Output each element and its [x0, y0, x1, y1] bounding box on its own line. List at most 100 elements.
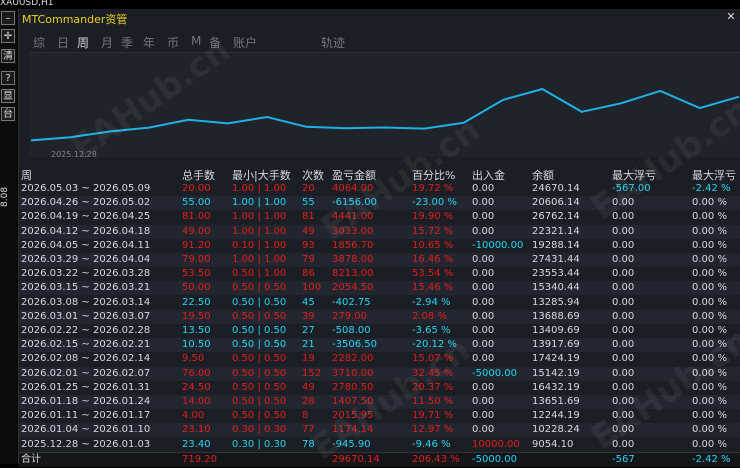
tab-10[interactable]: 轨迹	[321, 34, 345, 51]
table-row[interactable]: 2026.03.15 ~ 2026.03.21 50.00 0.50 | 0.50 1…	[19, 281, 740, 296]
table-cell: 93	[302, 239, 315, 251]
table-cell: 20.00	[182, 183, 211, 194]
table-cell: 0.00 %	[692, 296, 727, 308]
table-cell: 0.00	[612, 296, 635, 308]
table-cell: 0.00 %	[692, 396, 727, 407]
table-cell: 0.30 | 0.30	[232, 424, 287, 436]
table-cell: 13651.69	[532, 396, 580, 407]
tab-6[interactable]: 币	[167, 34, 179, 51]
table-cell: 13917.69	[532, 339, 580, 351]
column-header-0[interactable]: 周	[21, 167, 32, 182]
table-row[interactable]: 2026.04.12 ~ 2026.04.18 49.00 1.00 | 1.00 4…	[19, 224, 740, 239]
table-cell: 0.00	[612, 367, 635, 379]
table-cell: 2026.01.18 ~ 2026.01.24	[21, 396, 151, 407]
table-cell: 2026.04.19 ~ 2026.04.25	[21, 211, 151, 223]
tab-5[interactable]: 年	[143, 34, 155, 51]
table-cell: 16.46 %	[412, 254, 454, 265]
table-cell: 27	[302, 325, 315, 336]
table-cell: 0.00	[612, 325, 635, 336]
table-cell: 10.65 %	[412, 239, 454, 251]
tab-4[interactable]: 季	[121, 34, 133, 51]
table-cell: 0.00	[472, 296, 495, 308]
table-cell: 8213.00	[332, 268, 374, 280]
column-header-2[interactable]: 最小|大手数	[232, 167, 291, 182]
tab-1[interactable]: 日	[57, 34, 69, 51]
table-row[interactable]: 2026.03.29 ~ 2026.04.04 79.00 1.00 | 1.00 7…	[19, 253, 740, 267]
table-cell: 10.50	[182, 339, 211, 351]
table-row[interactable]: 2026.03.01 ~ 2026.03.07 19.50 0.50 | 0.50 3…	[19, 309, 740, 324]
table-cell: 19288.14	[532, 239, 580, 251]
table-cell: 2026.02.15 ~ 2026.02.21	[21, 339, 151, 351]
table-cell: 1.00 | 1.00	[232, 197, 287, 209]
clear-button[interactable]: 清	[1, 49, 15, 63]
tab-9[interactable]: 账户	[233, 34, 257, 51]
table-row[interactable]: 2026.03.22 ~ 2026.03.28 53.50 0.50 | 1.00 8…	[19, 267, 740, 281]
tab-0[interactable]: 综	[33, 34, 45, 51]
table-cell: -5000.00	[472, 367, 517, 379]
total-cell: -2.42 %	[692, 453, 731, 465]
column-header-6[interactable]: 出入金	[472, 167, 505, 182]
table-cell: 0.00	[472, 282, 495, 294]
table-cell: 2026.04.26 ~ 2026.05.02	[21, 197, 151, 209]
table-cell: 0.00	[612, 268, 635, 280]
table-cell: 79.00	[182, 254, 211, 265]
table-cell: 91.20	[182, 239, 211, 251]
table-cell: -10000.00	[472, 239, 524, 251]
table-cell: 0.50 | 0.50	[232, 353, 287, 365]
table-row[interactable]: 2026.03.08 ~ 2026.03.14 22.50 0.50 | 0.50 4…	[19, 296, 740, 310]
panel-title: MTCommander资管	[22, 13, 128, 26]
table-cell: 0.50 | 0.50	[232, 381, 287, 393]
minimize-button[interactable]: –	[1, 11, 15, 25]
move-icon[interactable]: ✛	[1, 29, 15, 43]
left-toolbar: – ✛ 清 ? 显 台 8.08	[0, 9, 17, 464]
column-header-7[interactable]: 余额	[532, 167, 554, 182]
table-cell: 0.00	[612, 282, 635, 294]
table-cell: 49	[302, 381, 315, 393]
table-cell: 2026.02.08 ~ 2026.02.14	[21, 353, 151, 365]
table-cell: -23.00 %	[412, 197, 457, 209]
table-cell: 20	[302, 183, 315, 194]
table-row[interactable]: 2026.04.05 ~ 2026.04.11 91.20 0.10 | 1.00 9…	[19, 239, 740, 253]
table-cell: 0.50 | 0.50	[232, 396, 287, 407]
table-cell: 0.00	[472, 225, 495, 237]
table-cell: 2.08 %	[412, 310, 447, 322]
table-cell: 2026.02.22 ~ 2026.02.28	[21, 325, 151, 336]
table-cell: 13409.69	[532, 325, 580, 336]
table-cell: 0.00	[472, 424, 495, 436]
table-cell: 2026.03.15 ~ 2026.03.21	[21, 282, 151, 294]
table-cell: 1.00 | 1.00	[232, 225, 287, 237]
table-cell: 0.00	[612, 254, 635, 265]
tab-2[interactable]: 周	[77, 34, 89, 51]
table-cell: 79	[302, 254, 315, 265]
column-header-3[interactable]: 次数	[302, 167, 324, 182]
table-row[interactable]: 2026.02.15 ~ 2026.02.21 10.50 0.50 | 0.50 2…	[19, 338, 740, 353]
column-header-9[interactable]: 最大浮亏	[692, 167, 736, 182]
table-cell: 0.00	[472, 310, 495, 322]
table-cell: 28	[302, 396, 315, 407]
tab-3[interactable]: 月	[101, 34, 113, 51]
table-cell: 13285.94	[532, 296, 580, 308]
total-cell: 206.43 %	[412, 453, 460, 465]
table-cell: 2025.12.28 ~ 2026.01.03	[21, 438, 151, 450]
table-row[interactable]: 2026.02.22 ~ 2026.02.28 13.50 0.50 | 0.50 2…	[19, 324, 740, 338]
table-row[interactable]: 2026.02.08 ~ 2026.02.14 9.50 0.50 | 0.50 19…	[19, 352, 740, 366]
chart-symbol-bar: XAUUSD,H1	[0, 0, 740, 9]
close-icon[interactable]: ✕	[725, 11, 737, 23]
table-cell: 10000.00	[472, 438, 520, 450]
table-cell: 2026.05.03 ~ 2026.05.09	[21, 183, 151, 194]
platform-button[interactable]: 台	[1, 107, 15, 121]
table-row[interactable]: 2026.02.01 ~ 2026.02.07 76.00 0.50 | 0.50 1…	[19, 366, 740, 381]
display-button[interactable]: 显	[1, 89, 15, 103]
table-cell: 2026.01.11 ~ 2026.01.17	[21, 410, 151, 422]
table-cell: 53.50	[182, 268, 211, 280]
table-cell: 0.00 %	[692, 211, 727, 223]
table-cell: 0.00 %	[692, 239, 727, 251]
total-cell: -5000.00	[472, 453, 517, 465]
column-header-1[interactable]: 总手数	[182, 167, 215, 182]
table-cell: 24670.14	[532, 183, 580, 194]
table-cell: 0.00	[612, 225, 635, 237]
help-button[interactable]: ?	[1, 71, 15, 85]
table-cell: 0.00 %	[692, 424, 727, 436]
table-cell: 0.10 | 1.00	[232, 239, 287, 251]
table-cell: 12244.19	[532, 410, 580, 422]
